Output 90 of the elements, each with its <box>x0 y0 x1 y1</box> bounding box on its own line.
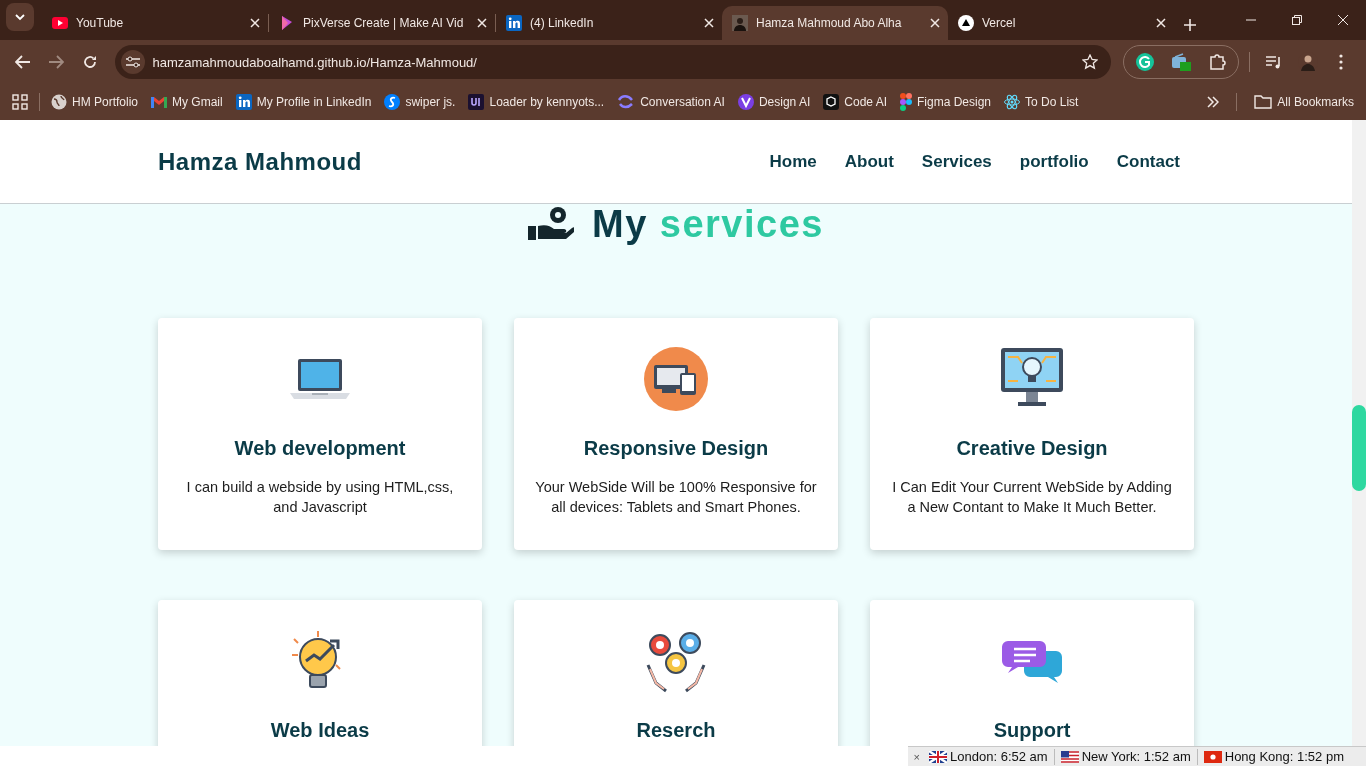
site-info-button[interactable] <box>120 50 145 74</box>
g-circle-icon <box>1135 53 1154 71</box>
service-title: Web Ideas <box>270 719 370 742</box>
bookmark-item[interactable]: swiper js. <box>378 90 462 114</box>
x-mark <box>930 18 940 28</box>
bookmark-item[interactable]: My Profile in LinkedIn <box>229 90 378 114</box>
service-title: Reserch <box>636 719 716 742</box>
clock-text: New York: 1:52 am <box>1081 749 1191 764</box>
close-icon[interactable] <box>477 18 487 28</box>
browser-tab[interactable]: (4) LinkedIn <box>496 6 722 40</box>
radio-icon <box>1170 53 1191 71</box>
service-description: I can build a webside by using HTML,css, and Javascript <box>185 478 455 517</box>
folder-icon <box>1254 95 1273 109</box>
tab-search-button[interactable] <box>6 3 34 31</box>
x-mark <box>250 18 260 28</box>
envelope-icon <box>151 96 168 108</box>
swirl-icon <box>617 94 636 110</box>
hand-gear-icon <box>528 206 574 242</box>
close-icon[interactable] <box>930 18 940 28</box>
cube-icon <box>823 94 840 110</box>
close-button[interactable]: × <box>913 750 921 763</box>
round-logo-icon <box>737 94 754 110</box>
playlist-icon <box>1266 55 1283 69</box>
figma-icon <box>900 93 912 111</box>
scrollbar-thumb[interactable] <box>1352 405 1366 491</box>
gears-hands-icon <box>644 629 708 693</box>
clock-text: Hong Kong: 1:52 pm <box>1224 749 1344 764</box>
section-heading: My <box>592 202 648 246</box>
star-icon <box>1081 54 1098 70</box>
close-icon[interactable] <box>1156 18 1166 28</box>
profile-square-icon <box>506 15 522 31</box>
url-text: hamzamahmoudaboalhamd.github.io/Hamza-Mahmoud/ <box>152 54 478 70</box>
s-curve-icon <box>384 94 401 110</box>
back-arrow-icon <box>14 55 31 69</box>
close-icon <box>1338 15 1348 25</box>
bookmark-item[interactable]: Loader by kennyots... <box>462 90 611 114</box>
all-bookmarks-button[interactable]: All Bookmarks <box>1248 91 1360 113</box>
section-heading-accent: services <box>659 202 824 246</box>
service-description: I Can Edit Your Current WebSide by Adding a New Contant to Make It Much Better. <box>891 478 1173 517</box>
browser-tab[interactable]: Hamza Mahmoud Abo Alha <box>722 6 948 40</box>
person-icon <box>732 15 748 31</box>
clock-text: London: 6:52 am <box>950 749 1048 764</box>
bookmark-item[interactable]: Conversation AI <box>611 90 731 114</box>
x-mark <box>704 18 714 28</box>
tune-icon <box>125 56 140 68</box>
address-bar[interactable]: hamzamahmoudaboalhamd.github.io/Hamza-Mahmoud/ <box>114 45 1111 79</box>
browser-tab[interactable]: PixVerse Create | Make AI Vid <box>269 6 495 40</box>
profile-square-icon <box>235 94 252 110</box>
forward-arrow-icon <box>48 55 65 69</box>
bookmark-item[interactable]: Code AI <box>817 90 893 114</box>
nav-link[interactable]: Contact <box>1116 151 1180 172</box>
service-description: Your WebSide Will be 100% Responsive for all devices: Tablets and Smart Phones. <box>534 478 818 517</box>
atom-icon <box>1004 94 1021 110</box>
menu-icon <box>1339 54 1344 70</box>
flag-icon <box>1060 750 1079 763</box>
square-logo-icon <box>468 94 485 110</box>
nav-link[interactable]: Services <box>921 151 992 172</box>
devices-icon <box>644 347 708 411</box>
bookmark-item[interactable]: Figma Design <box>894 89 998 115</box>
play-icon <box>52 15 68 31</box>
nav-link[interactable]: Home <box>769 151 817 172</box>
browser-tab[interactable]: Vercel <box>948 6 1174 40</box>
x-mark <box>477 18 487 28</box>
x-mark <box>1156 18 1166 28</box>
nav-link[interactable]: portfolio <box>1019 151 1089 172</box>
scrollbar[interactable] <box>1352 120 1366 746</box>
browser-tab[interactable]: YouTube <box>42 6 268 40</box>
flag-icon <box>929 750 948 763</box>
bookmark-item[interactable]: My Gmail <box>145 91 229 113</box>
close-icon[interactable] <box>250 18 260 28</box>
globe-icon <box>51 94 67 110</box>
flag-icon <box>1203 750 1222 763</box>
double-chevron-icon <box>1207 96 1220 108</box>
bookmark-item[interactable]: Design AI <box>731 90 817 114</box>
restore-icon <box>1292 15 1302 25</box>
new-tab-button[interactable] <box>1184 19 1196 31</box>
site-logo-text[interactable]: Hamza Mahmoud <box>158 147 362 176</box>
nav-link[interactable]: About <box>844 151 894 172</box>
grid-icon <box>12 94 28 110</box>
reload-icon <box>82 55 97 69</box>
close-icon[interactable] <box>704 18 714 28</box>
service-title: Responsive Design <box>583 437 769 460</box>
service-title: Web development <box>234 437 406 460</box>
bookmark-item[interactable]: HM Portfolio <box>45 90 145 114</box>
service-title: Support <box>993 719 1071 742</box>
service-title: Creative Design <box>956 437 1108 460</box>
plus-icon <box>1184 19 1196 31</box>
puzzle-icon <box>1207 53 1226 71</box>
chevron-down-icon <box>14 11 26 23</box>
bookmark-item[interactable]: To Do List <box>998 90 1085 114</box>
